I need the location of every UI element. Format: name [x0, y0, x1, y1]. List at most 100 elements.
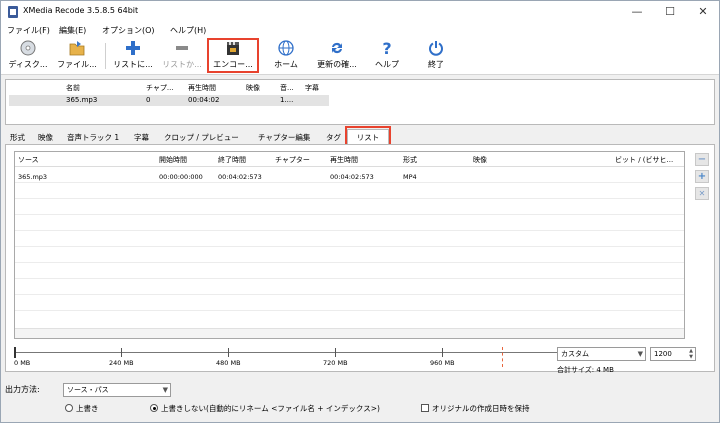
- row-divider: [15, 278, 684, 279]
- tick-480: [228, 348, 229, 357]
- tick-240: [121, 348, 122, 357]
- encode-list-table[interactable]: ソース 開始時間 終了時間 チャプター 再生時間 形式 映像 ビット / (ビサ…: [14, 151, 685, 339]
- encode-highlight: [207, 38, 259, 73]
- home-button[interactable]: ホーム: [263, 39, 309, 73]
- size-preset-value: カスタム: [561, 350, 589, 358]
- plus-icon: [126, 41, 140, 55]
- svg-text:?: ?: [382, 39, 391, 57]
- keep-date-checkbox[interactable]: [421, 404, 429, 412]
- disk-label: ディスク...: [8, 60, 48, 69]
- add-item-button[interactable]: +: [695, 170, 709, 183]
- tick-720: [335, 348, 336, 357]
- col-end-time[interactable]: 終了時間: [218, 155, 246, 165]
- overwrite-label[interactable]: 上書き: [76, 403, 99, 414]
- file-button[interactable]: ファイル...: [53, 39, 101, 73]
- col-chapter[interactable]: チャプ...: [146, 83, 174, 93]
- check-updates-button[interactable]: 更新の確...: [313, 39, 361, 73]
- tab-video[interactable]: 映像: [35, 131, 56, 144]
- row-duration: 00:04:02: [188, 96, 220, 104]
- disk-button[interactable]: ディスク...: [5, 39, 51, 73]
- row-source[interactable]: 365.mp3: [18, 173, 47, 181]
- tab-crop-preview[interactable]: クロップ / プレビュー: [161, 131, 242, 144]
- menu-edit[interactable]: 編集(E): [59, 25, 86, 36]
- chevron-down-icon: ▼: [162, 386, 168, 394]
- remove-item-button[interactable]: −: [695, 153, 709, 166]
- home-label: ホーム: [274, 60, 298, 69]
- col-chapter[interactable]: チャプター: [275, 155, 310, 165]
- tick-label-240: 240 MB: [109, 359, 134, 367]
- col-duration[interactable]: 再生時間: [330, 155, 358, 165]
- window-title: XMedia Recode 3.5.8.5 64bit: [23, 6, 139, 15]
- exit-label: 終了: [428, 60, 444, 69]
- help-button[interactable]: ? ヘルプ: [365, 39, 409, 73]
- menu-options[interactable]: オプション(O): [102, 25, 155, 36]
- output-method-select[interactable]: ソース・パス ▼: [63, 383, 171, 397]
- power-icon: [429, 41, 443, 56]
- toolbar: ディスク... ファイル... リストに... リストか... エンコー... …: [1, 37, 719, 75]
- col-name[interactable]: 名前: [66, 83, 80, 93]
- tab-audio-track[interactable]: 音声トラック 1: [64, 131, 122, 144]
- size-value-input[interactable]: 1200 ▲ ▼: [650, 347, 696, 361]
- row-divider: [15, 230, 684, 231]
- app-icon: [8, 6, 18, 18]
- col-subtitle[interactable]: 字幕: [305, 83, 319, 93]
- app-window: XMedia Recode 3.5.8.5 64bit — ☐ ✕ ファイル(F…: [0, 0, 720, 423]
- add-to-list-label: リストに...: [113, 60, 153, 69]
- add-to-list-button[interactable]: リストに...: [110, 39, 156, 73]
- tick-label-960: 960 MB: [430, 359, 455, 367]
- row-end-time: 00:04:02:573: [218, 173, 262, 181]
- size-value: 1200: [654, 350, 672, 358]
- size-preset-select[interactable]: カスタム ▼: [557, 347, 646, 361]
- menu-help[interactable]: ヘルプ(H): [170, 25, 206, 36]
- clear-items-button[interactable]: ✕: [695, 187, 709, 200]
- output-method-value: ソース・パス: [67, 386, 109, 394]
- remove-from-list-button[interactable]: リストか...: [159, 39, 205, 73]
- source-file-table[interactable]: 名前 チャプ... 再生時間 映像 音... 字幕 365.mp3 0 00:0…: [5, 79, 715, 125]
- header-divider: [15, 166, 684, 167]
- settings-tabs: 形式 映像 音声トラック 1 字幕 クロップ / プレビュー チャプター編集 タ…: [5, 126, 715, 146]
- tab-tags[interactable]: タグ: [323, 131, 344, 144]
- no-overwrite-label[interactable]: 上書きしない(自動的にリネーム <ファイル名 + インデックス>): [161, 403, 380, 414]
- row-divider: [15, 246, 684, 247]
- output-settings: 出力方法: ソース・パス ▼ 上書き 上書きしない(自動的にリネーム <ファイル…: [1, 375, 719, 422]
- tab-chapter-edit[interactable]: チャプター編集: [255, 131, 313, 144]
- row-divider: [15, 182, 684, 183]
- refresh-icon: [332, 42, 342, 54]
- no-overwrite-radio[interactable]: [150, 404, 158, 412]
- col-format[interactable]: 形式: [403, 155, 417, 165]
- row-divider: [15, 310, 684, 311]
- row-duration: 00:04:02:573: [330, 173, 374, 181]
- col-bitrate[interactable]: ビット / (ビサヒ...: [615, 155, 673, 165]
- output-method-label: 出力方法:: [5, 385, 40, 394]
- col-video[interactable]: 映像: [473, 155, 487, 165]
- exit-button[interactable]: 終了: [414, 39, 458, 73]
- keep-date-label[interactable]: オリジナルの作成日時を保持: [432, 403, 530, 414]
- tab-subtitle[interactable]: 字幕: [131, 131, 152, 144]
- row-format: MP4: [403, 173, 417, 181]
- col-audio[interactable]: 音...: [280, 83, 294, 93]
- col-duration[interactable]: 再生時間: [188, 83, 216, 93]
- table-row[interactable]: 365.mp3 0 00:04:02 1....: [9, 95, 329, 106]
- file-label: ファイル...: [57, 60, 97, 69]
- row-start-time: 00:00:00:000: [159, 173, 203, 181]
- spinner-icon[interactable]: ▲ ▼: [689, 348, 693, 360]
- row-divider: [15, 214, 684, 215]
- maximize-button[interactable]: ☐: [658, 4, 682, 20]
- horizontal-scrollbar[interactable]: [15, 328, 684, 338]
- menu-file[interactable]: ファイル(F): [7, 25, 50, 36]
- overwrite-radio[interactable]: [65, 404, 73, 412]
- toolbar-separator: [105, 43, 106, 69]
- tab-format[interactable]: 形式: [7, 131, 28, 144]
- col-start-time[interactable]: 開始時間: [159, 155, 187, 165]
- close-button[interactable]: ✕: [691, 4, 715, 20]
- limit-marker: [502, 347, 503, 367]
- remove-from-list-label: リストか...: [162, 60, 202, 69]
- row-divider: [15, 262, 684, 263]
- question-icon: ?: [382, 39, 391, 57]
- col-source[interactable]: ソース: [18, 155, 39, 165]
- col-video[interactable]: 映像: [246, 83, 260, 93]
- minimize-button[interactable]: —: [625, 4, 649, 20]
- minus-icon: [176, 46, 188, 50]
- tick-label-480: 480 MB: [216, 359, 241, 367]
- row-chapter: 0: [146, 96, 151, 104]
